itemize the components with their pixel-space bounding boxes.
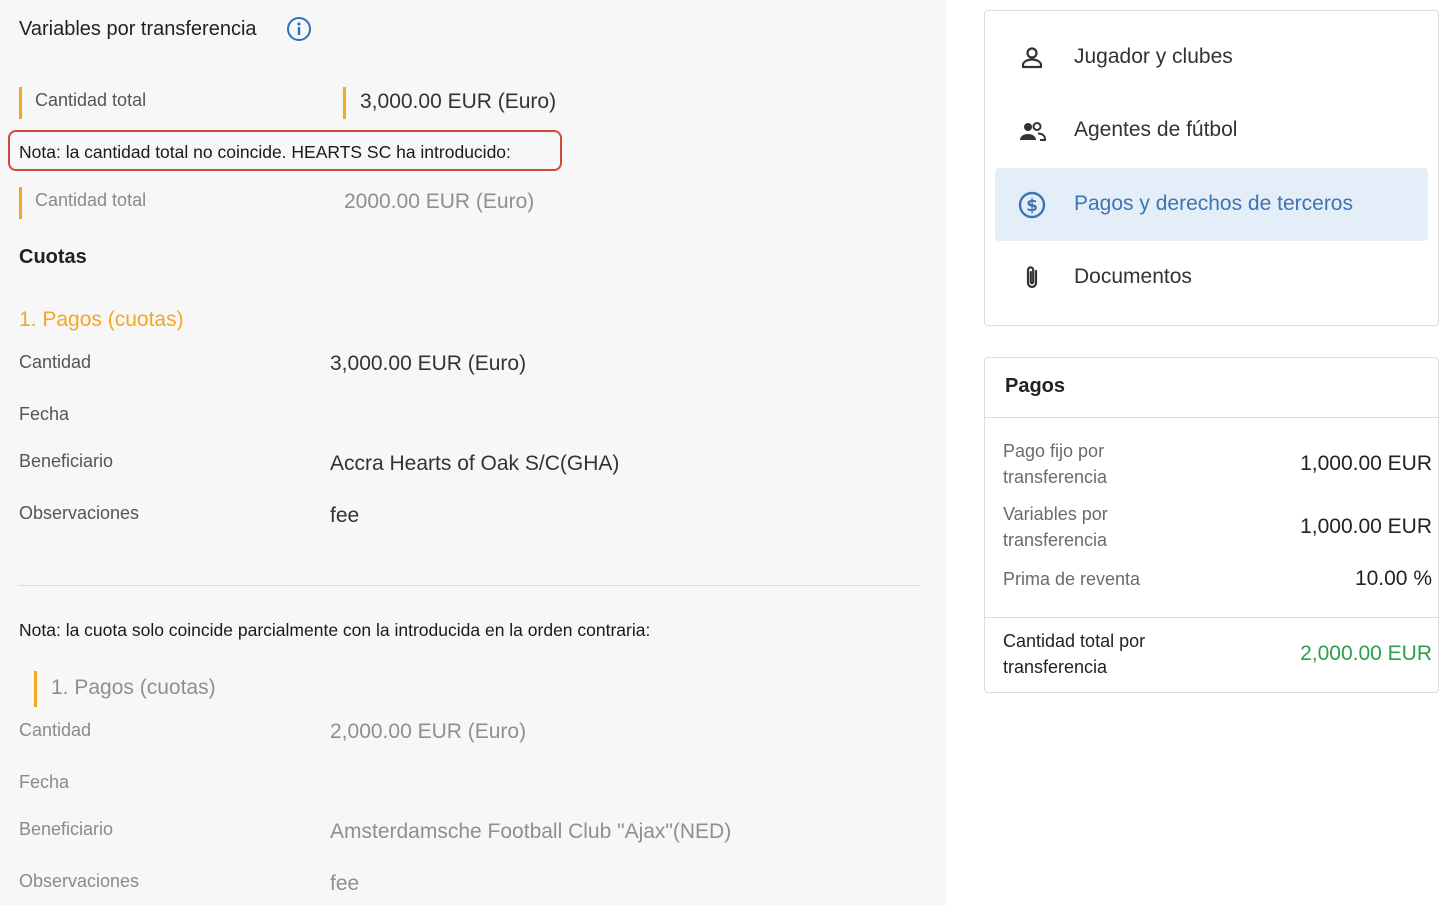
accent-bar (19, 187, 22, 219)
paperclip-icon (1026, 266, 1038, 289)
payment-row-label: Prima de reventa (1003, 569, 1141, 589)
info-icon[interactable] (286, 16, 312, 42)
divider (985, 417, 1438, 418)
payment-row-value: 10.00 % (1354, 567, 1432, 590)
payment-row-label: Variables por transferencia (1003, 504, 1108, 550)
dollar-circle-icon: $ (1018, 191, 1046, 219)
payments-summary-card: Pagos Pago fijo por transferencia 1,000.… (984, 357, 1439, 693)
partial-value-observaciones: fee (330, 872, 360, 895)
field-label-beneficiario: Beneficiario (19, 451, 114, 471)
total-label: Cantidad total (35, 90, 147, 110)
nav-label: Jugador y clubes (1074, 45, 1233, 68)
accent-bar (19, 87, 22, 119)
partial-label-fecha: Fecha (19, 772, 70, 792)
partial-value-cantidad: 2,000.00 EUR (Euro) (330, 720, 527, 743)
field-value-cantidad: 3,000.00 EUR (Euro) (330, 352, 527, 375)
other-total-label: Cantidad total (35, 190, 147, 210)
field-label-fecha: Fecha (19, 404, 70, 424)
nav-label: Documentos (1074, 265, 1192, 288)
partial-match-note: Nota: la cuota solo coincide parcialment… (19, 620, 651, 640)
payment-row-value: 1,000.00 EUR (1300, 515, 1432, 538)
accent-bar (343, 87, 346, 119)
section-divider (19, 585, 921, 586)
field-label-observaciones: Observaciones (19, 503, 140, 523)
payment-row-label: Pago fijo por transferencia (1003, 441, 1108, 487)
partial-label-cantidad: Cantidad (19, 720, 92, 740)
nav-label: Agentes de fútbol (1074, 118, 1238, 141)
other-total-value: 2000.00 EUR (Euro) (344, 190, 535, 213)
nav-item-jugador-clubes[interactable]: Jugador y clubes (995, 21, 1428, 94)
transfer-variables-panel: Variables por transferencia Cantidad tot… (0, 0, 946, 905)
partial-label-observaciones: Observaciones (19, 871, 140, 891)
installment-title: 1. Pagos (cuotas) (19, 308, 184, 331)
field-value-observaciones: fee (330, 504, 360, 527)
divider (985, 617, 1438, 618)
field-label-cantidad: Cantidad (19, 352, 92, 372)
section-nav-card: Jugador y clubes Agentes de fútbol $ Pag… (984, 10, 1439, 326)
partial-installment-title: 1. Pagos (cuotas) (51, 676, 216, 699)
total-value: 3,000.00 EUR (Euro) (360, 90, 557, 113)
field-value-beneficiario: Accra Hearts of Oak S/C(GHA) (330, 452, 620, 475)
people-icon (1020, 122, 1046, 141)
payments-title: Pagos (1005, 375, 1066, 397)
nav-item-documentos[interactable]: Documentos (995, 241, 1428, 314)
partial-label-beneficiario: Beneficiario (19, 819, 114, 839)
cuotas-title: Cuotas (19, 246, 87, 268)
partial-value-beneficiario: Amsterdamsche Football Club "Ajax"(NED) (330, 820, 732, 843)
nav-item-agentes[interactable]: Agentes de fútbol (995, 94, 1428, 167)
mismatch-note: Nota: la cantidad total no coincide. HEA… (19, 142, 511, 162)
section-title: Variables por transferencia (19, 18, 257, 40)
accent-bar (34, 671, 37, 707)
person-icon (1021, 47, 1043, 69)
total-transfer-value: 2,000.00 EUR (1300, 642, 1432, 665)
nav-label: Pagos y derechos de terceros (1074, 192, 1353, 215)
nav-item-pagos[interactable]: $ Pagos y derechos de terceros (995, 168, 1428, 241)
svg-text:$: $ (1026, 196, 1038, 216)
total-transfer-label: Cantidad total por transferencia (1003, 631, 1146, 677)
payment-row-value: 1,000.00 EUR (1300, 452, 1432, 475)
